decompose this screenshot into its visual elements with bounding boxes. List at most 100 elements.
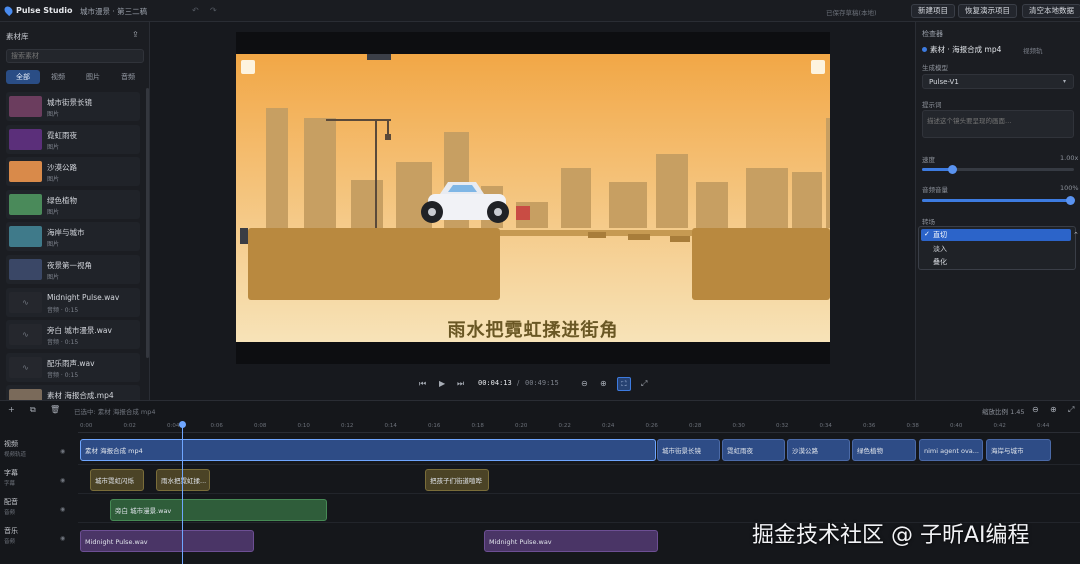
subtitle-clip[interactable]: 雨水把霓虹揉... (156, 469, 210, 491)
timecode-duration: 00:49:15 (525, 379, 559, 387)
redo-icon[interactable]: ↷ (210, 7, 217, 15)
music-clip[interactable]: Midnight Pulse.wav (484, 530, 658, 552)
transition-label: 转场 (922, 218, 935, 226)
track-name: 视频 (4, 440, 18, 448)
undo-icon[interactable]: ↶ (192, 7, 199, 15)
new-project-button[interactable]: 新建项目 (911, 4, 955, 18)
asset-meta: 音频 · 0:15 (47, 371, 79, 379)
ruler[interactable] (78, 419, 1080, 433)
ruler-tick: 0:02 (123, 423, 136, 429)
subtitle-clip[interactable]: 把孩子们街道喧哗 (425, 469, 489, 491)
asset-meta: 图片 (47, 241, 60, 249)
timeline-fit-icon[interactable]: ⤢ (1068, 406, 1074, 414)
ruler-tick: 0:00 (80, 423, 93, 429)
volume-slider-knob[interactable] (1066, 196, 1075, 205)
prompt-textarea[interactable] (922, 110, 1074, 138)
playhead-line[interactable] (182, 423, 183, 564)
asset-meta: 图片 (47, 111, 60, 118)
asset-item[interactable]: 城市街景长镜 图片 (6, 92, 140, 121)
copy-icon[interactable]: ⧉ (30, 406, 36, 414)
ruler-tick: 0:24 (602, 423, 615, 429)
restore-demo-button[interactable]: 恢复演示项目 (958, 4, 1017, 18)
speed-slider[interactable] (922, 165, 1074, 174)
zoom-in-icon[interactable]: ⊕ (600, 380, 607, 388)
mute-icon[interactable]: ◉ (60, 477, 65, 485)
asset-item[interactable]: ∿ Midnight Pulse.wav 音频 · 0:15 (6, 287, 140, 317)
add-icon[interactable]: + (8, 406, 15, 414)
filter-tab-0[interactable]: 全部 (6, 70, 40, 84)
asset-item[interactable]: 夜景第一视角 图片 (6, 255, 140, 284)
asset-meta: 音频 · 0:15 (47, 306, 79, 314)
asset-item[interactable]: 霓虹雨夜 图片 (6, 124, 140, 154)
playhead-handle[interactable] (179, 421, 186, 428)
asset-item[interactable]: ∿ 旁白 城市漫景.wav 音频 · 0:15 (6, 320, 140, 350)
app-logo: Pulse Studio (16, 6, 73, 15)
mute-icon[interactable]: ◉ (60, 448, 65, 456)
video-clip[interactable]: 海岸与城市 (986, 439, 1051, 461)
prompt-label: 提示词 (922, 101, 942, 109)
asset-thumbnail (9, 226, 42, 248)
subtitle-clip[interactable]: 城市霓虹闪烁 (90, 469, 144, 491)
volume-slider[interactable] (922, 196, 1075, 205)
asset-item[interactable]: 海岸与城市 图片 (6, 222, 140, 252)
transition-option-2[interactable]: 叠化 (921, 256, 1071, 268)
zoom-label: 缩放比例 1.45 (982, 408, 1025, 416)
video-clip[interactable]: 城市街景长镜 (657, 439, 720, 461)
asset-name: 旁白 城市漫景.wav (47, 326, 112, 336)
dropdown-arrow-icon[interactable]: ⌃ (1073, 231, 1079, 239)
ruler-tick: 0:38 (906, 423, 919, 429)
timeline-zoom-in-icon[interactable]: ⊕ (1050, 406, 1057, 414)
ruler-tick: 0:06 (210, 423, 223, 429)
music-clip[interactable]: Midnight Pulse.wav (80, 530, 254, 552)
play-icon[interactable]: ▶ (439, 380, 445, 388)
ruler-tick: 0:20 (515, 423, 528, 429)
delete-icon[interactable]: 🗑 (50, 406, 60, 414)
skip-forward-icon[interactable]: ⏭ (457, 380, 464, 388)
timecode-current: 00:04:13 (478, 379, 512, 387)
asset-name: 海岸与城市 (47, 228, 85, 238)
transition-option-0[interactable]: ✓ 直切 (921, 229, 1071, 241)
ruler-tick: 0:04 (167, 423, 180, 429)
asset-meta: 图片 (47, 208, 60, 216)
video-clip[interactable]: nimi agent ova... (919, 439, 983, 461)
ruler-tick: 0:36 (863, 423, 876, 429)
search-input[interactable] (6, 49, 144, 63)
video-clip[interactable]: 沙漠公路 (787, 439, 850, 461)
video-clip[interactable]: 绿色植物 (852, 439, 916, 461)
speed-slider-knob[interactable] (948, 165, 958, 174)
clear-local-button[interactable]: 清空本地数据 (1022, 4, 1080, 18)
filter-tab-2[interactable]: 图片 (76, 70, 110, 84)
check-icon: ✓ (924, 230, 930, 238)
video-clip[interactable]: 素材 海报合成 mp4 (80, 439, 656, 461)
ruler-tick: 0:40 (950, 423, 963, 429)
clip-tag: 视频轨 (1023, 47, 1043, 55)
timecode-separator: / (517, 379, 520, 387)
zoom-out-icon[interactable]: ⊖ (581, 380, 588, 388)
library-scrollbar[interactable] (146, 88, 149, 358)
ruler-tick: 0:16 (428, 423, 441, 429)
project-title[interactable]: 城市漫景 · 第三二稿 (80, 6, 147, 17)
timeline-zoom-out-icon[interactable]: ⊖ (1032, 406, 1039, 414)
filter-tab-3[interactable]: 音频 (111, 70, 145, 84)
mute-icon[interactable]: ◉ (60, 535, 65, 543)
asset-item[interactable]: 绿色植物 图片 (6, 189, 140, 219)
model-select[interactable]: Pulse-V1 ▾ (922, 74, 1074, 89)
fullscreen-icon[interactable]: ⤢ (641, 380, 647, 388)
preview-frame (236, 54, 830, 342)
upload-icon[interactable]: ⇪ (132, 31, 139, 39)
track-sub: 音频 (4, 510, 16, 516)
asset-item[interactable]: 沙漠公路 图片 (6, 157, 140, 187)
skip-back-icon[interactable]: ⏮ (419, 380, 426, 388)
asset-name: 沙漠公路 (47, 163, 77, 173)
fit-icon[interactable]: ⛶ (617, 377, 631, 391)
asset-name: 配乐雨声.wav (47, 358, 95, 368)
asset-item[interactable]: ∿ 配乐雨声.wav 音频 · 0:15 (6, 352, 140, 382)
preview-player[interactable]: 雨水把霓虹揉进街角 (236, 32, 830, 364)
filter-tab-1[interactable]: 视频 (41, 70, 75, 84)
transition-dropdown[interactable]: ✓ 直切淡入 叠化 (918, 226, 1076, 270)
voice-clip[interactable]: 旁白 城市漫景.wav (110, 499, 327, 521)
mute-icon[interactable]: ◉ (60, 506, 65, 514)
video-clip[interactable]: 霓虹雨夜 (722, 439, 785, 461)
asset-thumbnail (9, 128, 42, 150)
transition-option-1[interactable]: 淡入 (921, 243, 1071, 255)
